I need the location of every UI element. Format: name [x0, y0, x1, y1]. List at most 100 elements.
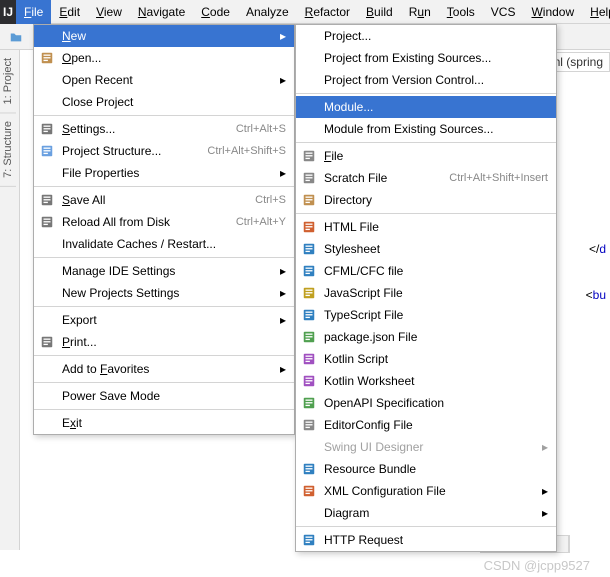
menu-edit[interactable]: Edit: [51, 0, 88, 24]
menu-item-label: Exit: [62, 416, 286, 430]
menu-help[interactable]: Help: [582, 0, 610, 24]
new_submenu-file[interactable]: File: [296, 145, 556, 167]
submenu-arrow-icon: ▸: [276, 286, 286, 300]
file-icon: [300, 147, 318, 165]
new_submenu-module[interactable]: Module...: [296, 96, 556, 118]
menu-window[interactable]: Window: [523, 0, 582, 24]
menu-build[interactable]: Build: [358, 0, 401, 24]
file_menu-exit[interactable]: Exit: [34, 412, 294, 434]
blank-icon: [38, 93, 56, 111]
file_menu-invalidate-caches-restart[interactable]: Invalidate Caches / Restart...: [34, 233, 294, 255]
cf-icon: [300, 262, 318, 280]
file_menu-settings[interactable]: Settings...Ctrl+Alt+S: [34, 118, 294, 140]
submenu-arrow-icon: ▸: [276, 29, 286, 43]
menu-item-label: Project from Version Control...: [324, 73, 548, 87]
menu-item-label: Add to Favorites: [62, 362, 276, 376]
new_submenu-html-file[interactable]: HTML File: [296, 216, 556, 238]
new_submenu-stylesheet[interactable]: Stylesheet: [296, 238, 556, 260]
ts-icon: [300, 306, 318, 324]
file_menu-open-recent[interactable]: Open Recent▸: [34, 69, 294, 91]
menu-refactor[interactable]: Refactor: [297, 0, 358, 24]
new_submenu-scratch-file[interactable]: Scratch FileCtrl+Alt+Shift+Insert: [296, 167, 556, 189]
menu-file[interactable]: File: [16, 0, 51, 24]
new_submenu-project-from-existing-sources[interactable]: Project from Existing Sources...: [296, 47, 556, 69]
new_submenu-package-json-file[interactable]: package.json File: [296, 326, 556, 348]
file_menu-open[interactable]: Open...: [34, 47, 294, 69]
submenu-arrow-icon: ▸: [538, 440, 548, 454]
print-icon: [38, 333, 56, 351]
menu-tools[interactable]: Tools: [439, 0, 483, 24]
xml-icon: [300, 482, 318, 500]
blank-icon: [38, 235, 56, 253]
file_menu-manage-ide-settings[interactable]: Manage IDE Settings▸: [34, 260, 294, 282]
new_submenu-javascript-file[interactable]: JavaScript File: [296, 282, 556, 304]
submenu-arrow-icon: ▸: [538, 484, 548, 498]
api-icon: [300, 394, 318, 412]
new_submenu-diagram[interactable]: Diagram▸: [296, 502, 556, 524]
shortcut: Ctrl+S: [255, 194, 286, 206]
menu-item-label: Directory: [324, 193, 548, 207]
blank-icon: [38, 311, 56, 329]
pkg-icon: [300, 328, 318, 346]
menu-item-label: Kotlin Script: [324, 352, 548, 366]
scratch-icon: [300, 169, 318, 187]
new_submenu-kotlin-script[interactable]: Kotlin Script: [296, 348, 556, 370]
menu-item-label: Reload All from Disk: [62, 215, 236, 229]
file_menu-new-projects-settings[interactable]: New Projects Settings▸: [34, 282, 294, 304]
menu-item-label: Print...: [62, 335, 286, 349]
new_submenu-directory[interactable]: Directory: [296, 189, 556, 211]
new_submenu-resource-bundle[interactable]: Resource Bundle: [296, 458, 556, 480]
code-fragment: </d: [589, 242, 606, 257]
blank-icon: [300, 27, 318, 45]
menu-item-label: JavaScript File: [324, 286, 548, 300]
menu-item-label: Resource Bundle: [324, 462, 548, 476]
menu-analyze[interactable]: Analyze: [238, 0, 297, 24]
separator: [34, 355, 294, 356]
cfg-icon: [300, 416, 318, 434]
sidebar-tab-structure[interactable]: 7: Structure: [0, 113, 16, 187]
file_menu-reload-all-from-disk[interactable]: Reload All from DiskCtrl+Alt+Y: [34, 211, 294, 233]
separator: [34, 115, 294, 116]
menu-code[interactable]: Code: [193, 0, 238, 24]
file_menu-add-to-favorites[interactable]: Add to Favorites▸: [34, 358, 294, 380]
menu-item-label: CFML/CFC file: [324, 264, 548, 278]
menu-item-label: Stylesheet: [324, 242, 548, 256]
menu-item-label: XML Configuration File: [324, 484, 538, 498]
menu-vcs[interactable]: VCS: [483, 0, 524, 24]
file_menu-file-properties[interactable]: File Properties▸: [34, 162, 294, 184]
new_submenu-typescript-file[interactable]: TypeScript File: [296, 304, 556, 326]
save-icon: [38, 191, 56, 209]
js-icon: [300, 284, 318, 302]
shortcut: Ctrl+Alt+Y: [236, 216, 286, 228]
sidebar-tab-project[interactable]: 1: Project: [0, 50, 16, 113]
file_menu-save-all[interactable]: Save AllCtrl+S: [34, 189, 294, 211]
kt-icon: [300, 372, 318, 390]
new_submenu-kotlin-worksheet[interactable]: Kotlin Worksheet: [296, 370, 556, 392]
file_menu-new[interactable]: New▸: [34, 25, 294, 47]
file_menu-project-structure[interactable]: Project Structure...Ctrl+Alt+Shift+S: [34, 140, 294, 162]
menubar: IJ FileEditViewNavigateCodeAnalyzeRefact…: [0, 0, 610, 24]
new_submenu-module-from-existing-sources[interactable]: Module from Existing Sources...: [296, 118, 556, 140]
file_menu-print[interactable]: Print...: [34, 331, 294, 353]
menu-navigate[interactable]: Navigate: [130, 0, 193, 24]
file_menu-close-project[interactable]: Close Project: [34, 91, 294, 113]
new_submenu-cfml-cfc-file[interactable]: CFML/CFC file: [296, 260, 556, 282]
new_submenu-openapi-specification[interactable]: OpenAPI Specification: [296, 392, 556, 414]
new_submenu-http-request[interactable]: HTTP Request: [296, 529, 556, 551]
new_submenu-project[interactable]: Project...: [296, 25, 556, 47]
new_submenu-xml-configuration-file[interactable]: XML Configuration File▸: [296, 480, 556, 502]
file_menu-power-save-mode[interactable]: Power Save Mode: [34, 385, 294, 407]
open-icon[interactable]: [6, 27, 26, 47]
blank-icon: [38, 360, 56, 378]
separator: [296, 93, 556, 94]
menu-run[interactable]: Run: [401, 0, 439, 24]
new_submenu-project-from-version-control[interactable]: Project from Version Control...: [296, 69, 556, 91]
blank-icon: [38, 387, 56, 405]
menu-view[interactable]: View: [88, 0, 130, 24]
file_menu-export[interactable]: Export▸: [34, 309, 294, 331]
directory-icon: [300, 191, 318, 209]
file-menu: New▸Open...Open Recent▸Close Project Sett…: [33, 24, 295, 435]
menu-item-label: HTTP Request: [324, 533, 548, 547]
new_submenu-editorconfig-file[interactable]: EditorConfig File: [296, 414, 556, 436]
svg-text:IJ: IJ: [3, 5, 13, 19]
